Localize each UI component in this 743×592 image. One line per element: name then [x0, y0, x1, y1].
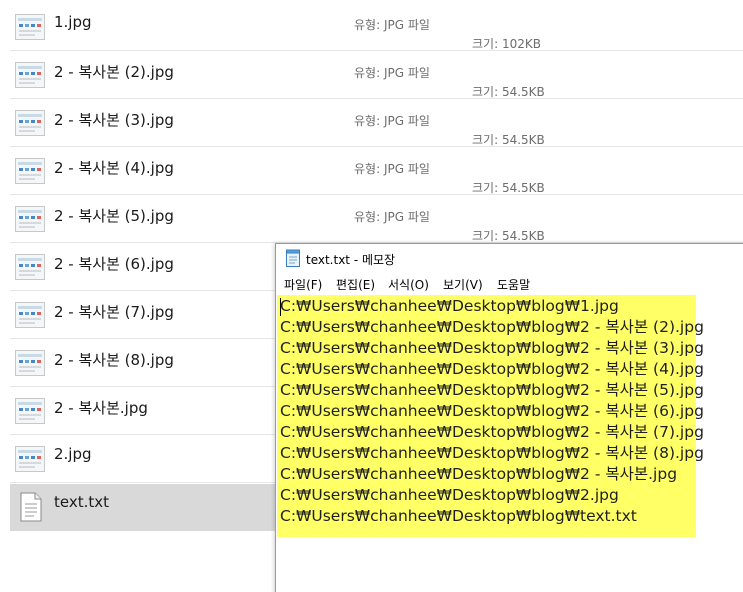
file-size: 크기: 54.5KB — [472, 133, 545, 147]
screen: 1.jpg 유형: JPG 파일 크기: 102KB 2 - 복사본 (2).jpg 유… — [0, 0, 743, 592]
notepad-text: C:₩Users₩chanhee₩Desktop₩blog₩1.jpg C:₩Us… — [280, 296, 704, 527]
file-row[interactable]: 2 - 복사본 (5).jpg 유형: JPG 파일크기: 54.5KB — [10, 196, 743, 243]
file-name: 2 - 복사본 (5).jpg — [54, 207, 174, 225]
file-name: 2 - 복사본 (8).jpg — [54, 351, 174, 369]
text-line: C:₩Users₩chanhee₩Desktop₩blog₩2 - 복사본.jp… — [280, 465, 678, 483]
menu-format[interactable]: 서식(O) — [388, 276, 429, 293]
image-thumbnail-icon — [15, 350, 45, 376]
text-line: C:₩Users₩chanhee₩Desktop₩blog₩text.txt — [280, 507, 637, 525]
text-line: C:₩Users₩chanhee₩Desktop₩blog₩2 - 복사본 (6… — [280, 402, 704, 420]
text-document-icon — [20, 492, 42, 522]
text-line: C:₩Users₩chanhee₩Desktop₩blog₩2 - 복사본 (3… — [280, 339, 704, 357]
file-name: 2 - 복사본 (2).jpg — [54, 63, 174, 81]
file-name: 1.jpg — [54, 13, 92, 31]
file-size: 크기: 54.5KB — [472, 181, 545, 195]
text-line: C:₩Users₩chanhee₩Desktop₩blog₩2 - 복사본 (7… — [280, 423, 704, 441]
text-caret — [280, 298, 281, 316]
file-row[interactable]: 2 - 복사본 (3).jpg 유형: JPG 파일크기: 54.5KB — [10, 100, 743, 147]
menu-view[interactable]: 보기(V) — [443, 276, 483, 293]
notepad-title: text.txt - 메모장 — [306, 253, 396, 267]
file-row[interactable]: 2 - 복사본 (2).jpg 유형: JPG 파일크기: 54.5KB — [10, 52, 743, 99]
file-row[interactable]: 2 - 복사본 (4).jpg 유형: JPG 파일크기: 54.5KB — [10, 148, 743, 195]
file-name: 2.jpg — [54, 445, 92, 463]
notepad-icon — [286, 249, 300, 267]
file-name: text.txt — [54, 493, 110, 511]
image-thumbnail-icon — [15, 110, 45, 136]
file-name: 2 - 복사본 (6).jpg — [54, 255, 174, 273]
image-thumbnail-icon — [15, 206, 45, 232]
file-row[interactable]: 1.jpg 유형: JPG 파일크기: 102KB — [10, 4, 743, 51]
menu-file[interactable]: 파일(F) — [284, 276, 322, 293]
menu-help[interactable]: 도움말 — [497, 276, 530, 293]
text-line: C:₩Users₩chanhee₩Desktop₩blog₩2 - 복사본 (2… — [280, 318, 704, 336]
file-size: 크기: 54.5KB — [472, 229, 545, 243]
text-line: C:₩Users₩chanhee₩Desktop₩blog₩2 - 복사본 (4… — [280, 360, 704, 378]
file-type: 유형: JPG 파일 — [354, 66, 430, 80]
text-line: C:₩Users₩chanhee₩Desktop₩blog₩2 - 복사본 (5… — [280, 381, 704, 399]
image-thumbnail-icon — [15, 62, 45, 88]
file-name: 2 - 복사본 (3).jpg — [54, 111, 174, 129]
image-thumbnail-icon — [15, 14, 45, 40]
notepad-window: text.txt - 메모장 파일(F) 편집(E) 서식(O) 보기(V) 도… — [275, 243, 743, 592]
file-size: 크기: 54.5KB — [472, 85, 545, 99]
file-type: 유형: JPG 파일 — [354, 18, 430, 32]
image-thumbnail-icon — [15, 398, 45, 424]
text-line: C:₩Users₩chanhee₩Desktop₩blog₩1.jpg — [280, 297, 619, 315]
file-type: 유형: JPG 파일 — [354, 114, 430, 128]
image-thumbnail-icon — [15, 302, 45, 328]
text-line: C:₩Users₩chanhee₩Desktop₩blog₩2.jpg — [280, 486, 619, 504]
notepad-menubar: 파일(F) 편집(E) 서식(O) 보기(V) 도움말 — [276, 272, 743, 294]
image-thumbnail-icon — [15, 158, 45, 184]
text-line: C:₩Users₩chanhee₩Desktop₩blog₩2 - 복사본 (8… — [280, 444, 704, 462]
file-name: 2 - 복사본.jpg — [54, 399, 148, 417]
notepad-titlebar[interactable]: text.txt - 메모장 — [276, 244, 743, 272]
file-type: 유형: JPG 파일 — [354, 210, 430, 224]
file-name: 2 - 복사본 (7).jpg — [54, 303, 174, 321]
image-thumbnail-icon — [15, 446, 45, 472]
file-size: 크기: 102KB — [472, 37, 541, 51]
menu-edit[interactable]: 편집(E) — [336, 276, 375, 293]
file-type: 유형: JPG 파일 — [354, 162, 430, 176]
file-name: 2 - 복사본 (4).jpg — [54, 159, 174, 177]
notepad-text-area[interactable]: C:₩Users₩chanhee₩Desktop₩blog₩1.jpg C:₩Us… — [277, 295, 717, 592]
image-thumbnail-icon — [15, 254, 45, 280]
